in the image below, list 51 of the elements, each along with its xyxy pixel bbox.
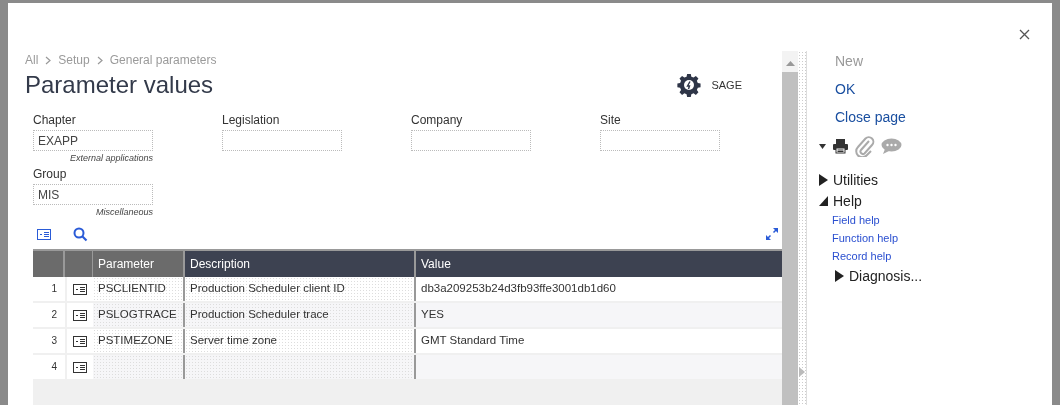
menu-node[interactable]: Utilities [819,169,879,190]
form-icon[interactable] [73,309,87,321]
table-cell-text: GMT Standard Time [420,333,526,348]
scroll-up-icon[interactable] [785,61,795,67]
paperclip-icon[interactable] [855,135,875,157]
row-number: 2 [33,303,65,327]
input-field[interactable]: MIS [33,184,153,205]
help-link[interactable]: Field help [832,211,880,229]
table-cell: PSLOGTRACE [93,303,185,327]
field-caption: Miscellaneous [95,207,153,217]
form-icon[interactable] [73,283,87,295]
column-header[interactable]: Value [416,251,782,277]
table-cell: Server time zone [185,329,416,353]
column-header[interactable]: Parameter [93,251,185,277]
page-title: Parameter values [25,71,215,99]
menu-node[interactable]: Help [819,190,862,211]
field-label: Legislation [222,113,281,127]
input-field[interactable] [411,130,531,151]
menu-node[interactable]: Diagnosis... [832,265,923,286]
user-name: SAGE [711,79,742,91]
chevron-icon [96,55,103,65]
help-link[interactable]: Function help [832,229,899,247]
input-field[interactable]: EXAPP [33,130,153,151]
gear-icon[interactable] [677,73,702,97]
form-icon[interactable] [37,228,51,240]
field-label: Company [411,113,464,127]
help-link[interactable]: Record help [832,247,892,265]
table-cell-text: YES [420,307,445,322]
field-label: Chapter [33,113,77,127]
action-link[interactable]: OK [819,81,856,97]
form-icon[interactable] [73,335,87,347]
table-cell: Production Scheduler client ID [185,277,416,301]
form-icon[interactable] [73,361,87,373]
action-link[interactable]: Close page [819,109,906,125]
search-icon[interactable] [73,226,88,242]
dropdown-caret-icon[interactable] [819,143,826,149]
printer-icon[interactable] [832,138,849,154]
close-icon[interactable] [1017,27,1032,42]
table-cell: PSCLIENTID [93,277,185,301]
table-cell: PSTIMEZONE [93,329,185,353]
table-cell-text: db3a209253b24d3fb93ffe3001db1d60 [420,281,617,296]
field-label: Group [33,167,68,181]
field-caption: External applications [69,153,153,163]
expand-icon[interactable] [765,227,779,241]
input-field[interactable] [600,130,720,151]
row-number: 4 [33,355,65,379]
table-cell: Production Scheduler trace [185,303,416,327]
input-field[interactable] [222,130,342,151]
chevron-icon [45,55,52,65]
scrollbar[interactable] [782,51,798,405]
field-label: Site [600,113,622,127]
